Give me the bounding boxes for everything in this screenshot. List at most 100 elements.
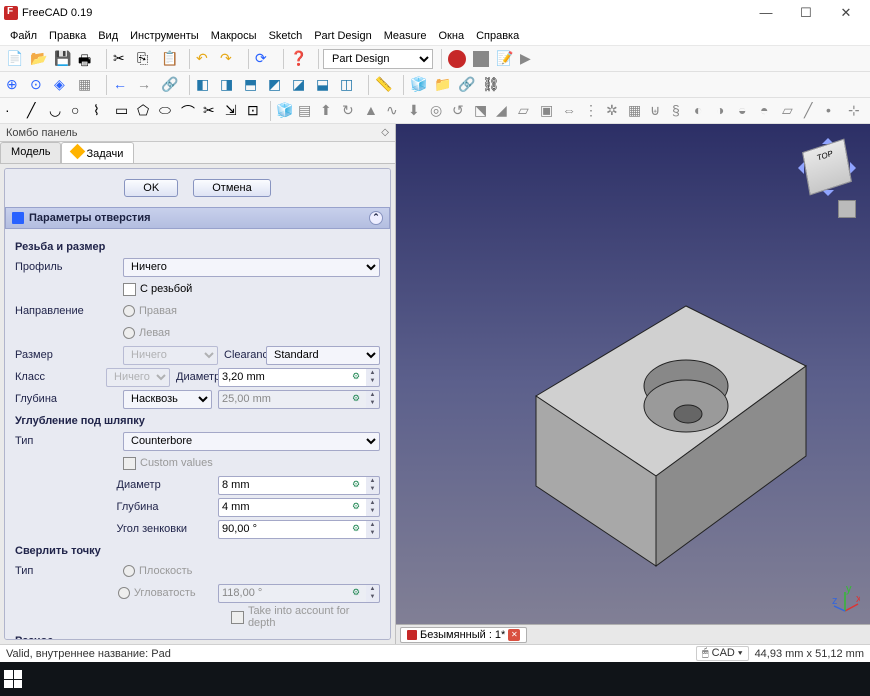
redo-icon[interactable]: ↷ (218, 48, 240, 70)
pd-point-icon[interactable]: • (825, 100, 845, 122)
menu-windows[interactable]: Окна (433, 30, 471, 42)
pd-sweep-icon[interactable]: ∿ (385, 100, 405, 122)
navcube-mini-icon[interactable] (838, 200, 856, 218)
external-icon[interactable]: ⇲ (224, 100, 244, 122)
right-view-icon[interactable]: ◩ (266, 74, 288, 96)
stop-macro-icon[interactable] (470, 48, 492, 70)
macros-icon[interactable]: 📝 (494, 48, 516, 70)
doc-tab-1[interactable]: Безымянный : 1* ✕ (400, 627, 527, 643)
bounding-box-icon[interactable]: ▦ (76, 74, 98, 96)
line-icon[interactable]: ╱ (26, 100, 46, 122)
polyline-icon[interactable]: ⌇ (92, 100, 112, 122)
run-macro-icon[interactable]: ▶ (518, 48, 540, 70)
pd-mirror-icon[interactable]: ⇔ (561, 100, 581, 122)
rear-view-icon[interactable]: ◪ (290, 74, 312, 96)
iso-view-icon[interactable]: ◧ (194, 74, 216, 96)
diameter-spin[interactable]: ⚙▲▼ (218, 368, 380, 387)
pd-polar-icon[interactable]: ✲ (605, 100, 625, 122)
cb-diam-spin[interactable]: ⚙▲▼ (218, 476, 380, 495)
nav-fwd-icon[interactable]: → (135, 74, 157, 96)
pd-sub2-icon[interactable]: ◑ (715, 100, 735, 122)
cut-icon[interactable]: ✂ (111, 48, 133, 70)
pd-line-icon[interactable]: ╱ (803, 100, 823, 122)
pd-fillet-icon[interactable]: ⬔ (473, 100, 493, 122)
navcube-right-icon[interactable] (850, 162, 862, 174)
cancel-button[interactable]: Отмена (193, 179, 270, 197)
cb-type-select[interactable]: Counterbore (123, 432, 380, 451)
panel-float-icon[interactable]: ◇ (381, 127, 389, 138)
link-add-icon[interactable]: 🔗 (456, 74, 478, 96)
3d-view[interactable]: TOP 1.3 ms / 8.2 fps x y (396, 124, 870, 644)
collapse-icon[interactable]: ⌃ (369, 211, 383, 225)
fillet-icon[interactable]: ⌒ (180, 100, 200, 122)
pd-draft-icon[interactable]: ▱ (517, 100, 537, 122)
nav-style[interactable]: 🖱 CAD ▾ (696, 646, 749, 661)
pd-bool-icon[interactable]: ⊎ (649, 100, 669, 122)
windows-start-icon[interactable] (4, 670, 22, 688)
rect-icon[interactable]: ▭ (114, 100, 134, 122)
fit-selection-icon[interactable]: ⊙ (28, 74, 50, 96)
menu-measure[interactable]: Measure (378, 30, 433, 42)
menu-tools[interactable]: Инструменты (124, 30, 205, 42)
cb-depth-spin[interactable]: ⚙▲▼ (218, 498, 380, 517)
circle-icon[interactable]: ○ (70, 100, 90, 122)
doc-close-icon[interactable]: ✕ (508, 629, 520, 641)
pd-plane-icon[interactable]: ▱ (781, 100, 801, 122)
bottom-view-icon[interactable]: ⬓ (314, 74, 336, 96)
fit-all-icon[interactable]: ⊕ (4, 74, 26, 96)
construction-icon[interactable]: ⊡ (246, 100, 266, 122)
nav-cube[interactable]: TOP (792, 132, 862, 202)
print-icon[interactable]: 🖶 (76, 48, 98, 70)
ok-button[interactable]: OK (124, 179, 178, 197)
open-icon[interactable]: 📂 (28, 48, 50, 70)
pd-sketch-icon[interactable]: ▤ (297, 100, 317, 122)
pd-chamfer-icon[interactable]: ◢ (495, 100, 515, 122)
menu-sketch[interactable]: Sketch (263, 30, 309, 42)
top-view-icon[interactable]: ⬒ (242, 74, 264, 96)
pd-hole-icon[interactable]: ◎ (429, 100, 449, 122)
undo-icon[interactable]: ↶ (194, 48, 216, 70)
minimize-button[interactable]: — (746, 1, 786, 25)
thread-checkbox[interactable] (123, 283, 136, 296)
pd-helix-icon[interactable]: § (671, 100, 691, 122)
workbench-select[interactable]: Part Design (323, 49, 433, 69)
depth-type-select[interactable]: Насквозь (123, 390, 212, 409)
link-icon[interactable]: 🔗 (159, 74, 181, 96)
part-icon[interactable]: 🧊 (408, 74, 430, 96)
pd-body-icon[interactable]: 🧊 (275, 100, 295, 122)
trim-icon[interactable]: ✂ (202, 100, 222, 122)
measure-icon[interactable]: 📏 (373, 74, 395, 96)
menu-view[interactable]: Вид (92, 30, 124, 42)
navcube-face[interactable]: TOP (802, 138, 852, 195)
profile-select[interactable]: Ничего (123, 258, 380, 277)
pd-loft-icon[interactable]: ▲ (363, 100, 383, 122)
pd-cs-icon[interactable]: ⊹ (847, 100, 867, 122)
clearance-select[interactable]: Standard (266, 346, 380, 365)
pd-groove-icon[interactable]: ↺ (451, 100, 471, 122)
pd-rev-icon[interactable]: ↻ (341, 100, 361, 122)
pd-pocket-icon[interactable]: ⬇ (407, 100, 427, 122)
link-group-icon[interactable]: ⛓ (480, 74, 502, 96)
menu-partdesign[interactable]: Part Design (308, 30, 377, 42)
nav-back-icon[interactable]: ← (111, 74, 133, 96)
whatsthis-icon[interactable]: ❓ (288, 48, 310, 70)
group-icon[interactable]: 📁 (432, 74, 454, 96)
pd-linear-icon[interactable]: ⋮ (583, 100, 603, 122)
menu-help[interactable]: Справка (470, 30, 525, 42)
save-icon[interactable]: 💾 (52, 48, 74, 70)
refresh-icon[interactable]: ⟳ (253, 48, 275, 70)
close-button[interactable]: ✕ (826, 1, 866, 25)
slot-icon[interactable]: ⬭ (158, 100, 178, 122)
draw-style-icon[interactable]: ◈ (52, 74, 74, 96)
pd-multi-icon[interactable]: ▦ (627, 100, 647, 122)
navcube-left-icon[interactable] (792, 162, 804, 174)
pd-sub1-icon[interactable]: ◐ (693, 100, 713, 122)
pd-thick-icon[interactable]: ▣ (539, 100, 559, 122)
cs-angle-spin[interactable]: ⚙▲▼ (218, 520, 380, 539)
menu-edit[interactable]: Правка (43, 30, 92, 42)
paste-icon[interactable]: 📋 (159, 48, 181, 70)
pd-sub4-icon[interactable]: ◓ (759, 100, 779, 122)
tab-model[interactable]: Модель (0, 142, 61, 163)
left-view-icon[interactable]: ◫ (338, 74, 360, 96)
point-icon[interactable]: · (4, 100, 24, 122)
